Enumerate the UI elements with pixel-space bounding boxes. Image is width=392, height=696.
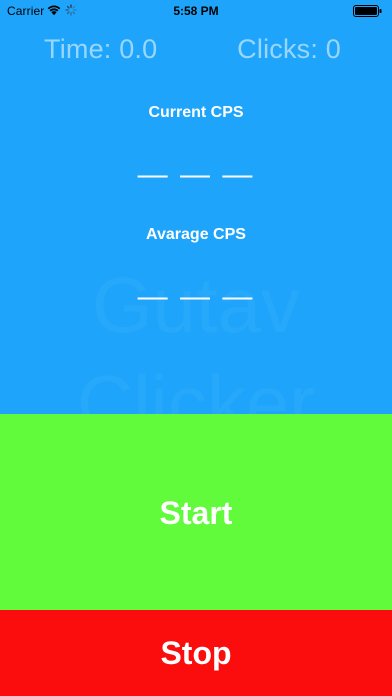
current-cps-label: Current CPS: [148, 104, 244, 121]
status-bar: Carrier 5:58 PM: [0, 0, 392, 22]
average-cps-label: Avarage CPS: [146, 226, 246, 243]
stop-button-label: Stop: [160, 634, 232, 671]
stop-button[interactable]: Stop: [0, 610, 392, 696]
time-display: Time: 0.0: [44, 34, 158, 64]
status-time: 5:58 PM: [173, 4, 219, 18]
current-cps-value: — — —: [137, 158, 255, 191]
background-watermark-line-2: Clicker: [0, 360, 392, 414]
average-cps-value: — — —: [137, 280, 255, 313]
top-panel: Carrier 5:58 PM Time: 0.0 Clicks: 0 Curr…: [0, 0, 392, 414]
start-button-label: Start: [159, 494, 233, 531]
start-button[interactable]: Start: [0, 414, 392, 610]
clicks-display: Clicks: 0: [237, 34, 341, 64]
battery-icon: [353, 5, 382, 17]
